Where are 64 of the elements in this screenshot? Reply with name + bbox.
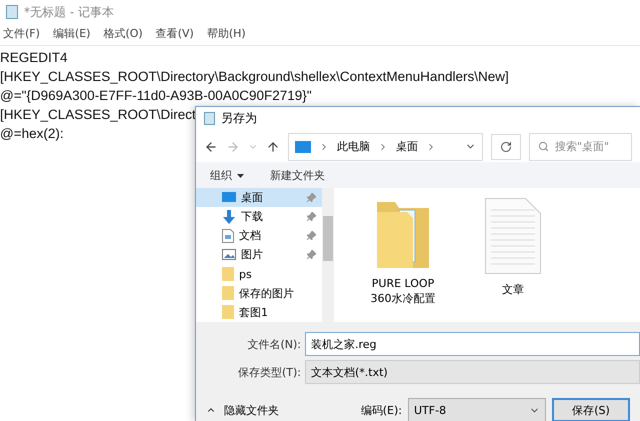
forward-icon[interactable] bbox=[226, 140, 240, 154]
search-placeholder: 搜索"桌面" bbox=[555, 139, 610, 154]
toolbar-button[interactable]: 新建文件夹 bbox=[270, 168, 325, 183]
sidebar-label: 保存的图片 bbox=[239, 286, 295, 301]
text-file-icon bbox=[485, 198, 541, 274]
folder-icon bbox=[222, 305, 234, 320]
search-field[interactable]: 搜索"桌面" bbox=[529, 132, 632, 160]
document-icon bbox=[222, 228, 234, 243]
sidebar-item[interactable]: 套图1 bbox=[196, 302, 322, 322]
field-label: 文件名(N): bbox=[246, 336, 301, 352]
caret-icon bbox=[237, 174, 244, 178]
save-button[interactable]: 保存(S) bbox=[552, 398, 630, 421]
breadcrumb-item[interactable]: 桌面 bbox=[396, 139, 418, 154]
sidebar-label: 桌面 bbox=[241, 190, 264, 206]
refresh-icon bbox=[500, 140, 512, 152]
sidebar-item[interactable]: 下载 bbox=[196, 207, 322, 226]
breadcrumb-item[interactable]: 此电脑 bbox=[337, 139, 370, 154]
text-line: [HKEY_CLASSES_ROOT\Directory\Background\shellex\ContextMenuHandlers\New] bbox=[0, 68, 509, 86]
menu-item[interactable]: 编辑(E) bbox=[52, 26, 90, 41]
address-bar[interactable]: 此电脑 桌面 bbox=[288, 132, 483, 160]
menu-item[interactable]: 帮助(H) bbox=[206, 26, 246, 41]
sidebar-item[interactable]: 桌面 bbox=[196, 188, 322, 208]
monitor-icon bbox=[222, 192, 236, 204]
dialog-title: 另存为 bbox=[221, 110, 257, 128]
file-name[interactable]: 文章 bbox=[502, 282, 524, 297]
sidebar-item[interactable]: 文档 bbox=[196, 226, 322, 246]
sidebar-label: 文档 bbox=[239, 228, 262, 244]
monitor-icon bbox=[295, 140, 311, 152]
field-label: 保存类型(T): bbox=[236, 364, 301, 380]
sidebar-label: ps bbox=[239, 268, 253, 281]
menu-item[interactable]: 查看(V) bbox=[156, 26, 194, 41]
refresh-button[interactable] bbox=[491, 134, 521, 160]
notepad-icon bbox=[204, 112, 215, 126]
sidebar-item[interactable]: 图片 bbox=[196, 245, 322, 265]
filetype-dropdown[interactable]: 文本文档(*.txt) bbox=[305, 360, 640, 384]
scrollbar[interactable] bbox=[322, 188, 334, 322]
text-line: @=hex(2): bbox=[0, 125, 64, 143]
sidebar-label: 下载 bbox=[241, 209, 264, 224]
text-line: [HKEY_CLASSES_ROOT\Direct bbox=[0, 106, 196, 124]
text-line: REGEDIT4 bbox=[0, 49, 68, 67]
sidebar-item[interactable]: 保存的图片 bbox=[196, 284, 322, 303]
filename-field[interactable]: 装机之家.reg bbox=[305, 332, 640, 356]
menu-item[interactable]: 文件(F) bbox=[3, 26, 40, 41]
down-arrow-icon bbox=[222, 210, 236, 224]
notepad-icon bbox=[6, 5, 18, 19]
up-arrow-icon[interactable] bbox=[266, 140, 280, 154]
text-line: @="{D969A300-E7FF-11d0-A93B-00A0C90F2719}" bbox=[0, 87, 312, 105]
sidebar-label: 图片 bbox=[241, 247, 264, 262]
dropdown-value: UTF-8 bbox=[414, 404, 446, 416]
menu-item[interactable]: 格式(O) bbox=[103, 26, 143, 41]
picture-icon bbox=[222, 249, 236, 260]
window-title: *无标题 - 记事本 bbox=[24, 4, 114, 20]
folder-icon bbox=[222, 267, 234, 282]
field-label: 编码(E): bbox=[360, 402, 402, 418]
folder-icon bbox=[222, 286, 234, 300]
sidebar-label: 套图1 bbox=[239, 304, 269, 320]
back-icon[interactable] bbox=[204, 140, 218, 154]
hide-folders-link[interactable]: 隐藏文件夹 bbox=[206, 402, 355, 418]
sidebar-item[interactable]: ps bbox=[196, 264, 322, 284]
scroll-thumb[interactable] bbox=[323, 216, 333, 261]
search-icon bbox=[538, 141, 549, 152]
encoding-dropdown[interactable]: UTF-8 bbox=[408, 398, 546, 421]
toolbar-button[interactable]: 组织 bbox=[210, 168, 244, 183]
file-name[interactable]: PURE LOOP 360水冷配置 bbox=[370, 276, 436, 306]
